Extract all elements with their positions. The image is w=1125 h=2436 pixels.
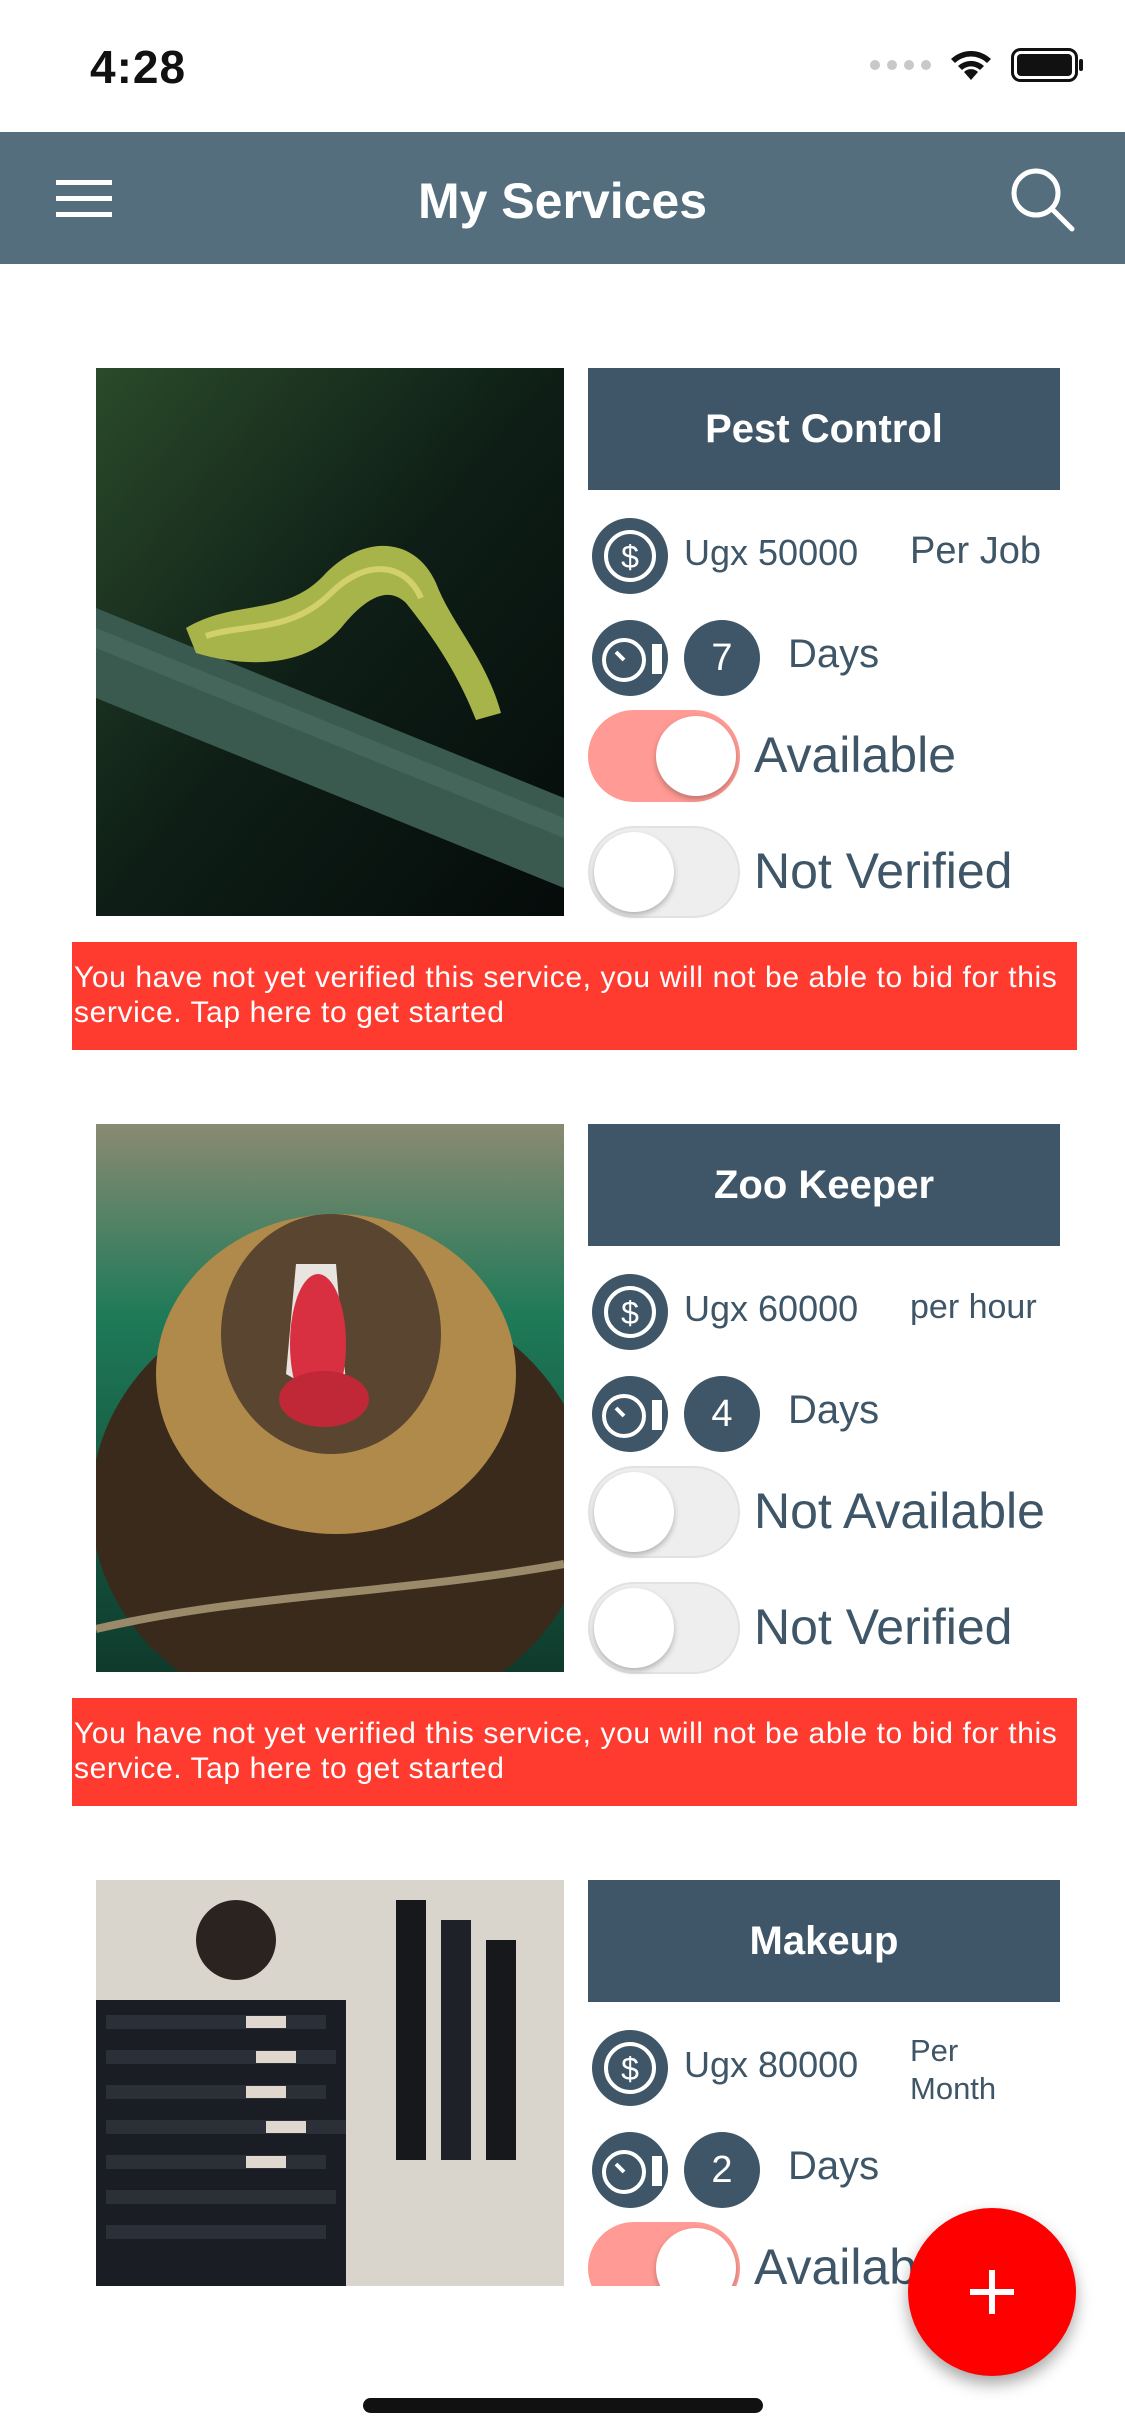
timer-icon: [592, 2132, 668, 2208]
duration-row: 7 Days: [592, 616, 1062, 700]
price-row: $ Ugx 80000 Per Month: [592, 2026, 1062, 2110]
verification-label: Not Verified: [754, 1599, 1013, 1655]
price-amount: Ugx 80000: [684, 2044, 859, 2085]
status-time: 4:28: [90, 41, 187, 93]
service-card[interactable]: Makeup $ Ugx 80000 Per Month 2 Days Avai…: [0, 1776, 1125, 2286]
service-title[interactable]: Makeup: [588, 1880, 1060, 2002]
availability-label: Not Available: [754, 1483, 1045, 1539]
price-row: $ Ugx 50000 Per Job: [592, 514, 1062, 598]
service-title[interactable]: Pest Control: [588, 368, 1060, 490]
cellular-signal-icon: [870, 60, 931, 70]
availability-row: Available: [586, 708, 1066, 804]
wifi-icon: [951, 51, 991, 80]
days-label: Days: [788, 1388, 880, 1432]
verification-toggle[interactable]: [588, 1582, 740, 1674]
service-photo-makeup: [96, 1880, 564, 2286]
price-unit: per hour: [910, 1288, 1037, 1326]
service-title[interactable]: Zoo Keeper: [588, 1124, 1060, 1246]
price-row: $ Ugx 60000 per hour: [592, 1270, 1062, 1354]
service-photo-caterpillar: [96, 368, 564, 916]
dollar-icon: $: [592, 518, 668, 594]
duration-row: 4 Days: [592, 1372, 1062, 1456]
days-label: Days: [788, 632, 880, 676]
availability-toggle[interactable]: [588, 1466, 740, 1558]
home-indicator: [363, 2398, 763, 2413]
verification-row: Not Verified: [586, 1580, 1066, 1676]
status-bar: 4:28: [0, 0, 1125, 132]
page-title: My Services: [417, 173, 708, 229]
svg-text:$: $: [621, 1295, 639, 1331]
days-count-badge: 4: [684, 1376, 760, 1452]
timer-icon: [592, 1376, 668, 1452]
availability-toggle[interactable]: [588, 2222, 740, 2286]
price-unit: Per Month: [910, 2033, 997, 2106]
service-list[interactable]: Pest Control $ Ugx 50000 Per Job 7 Days …: [0, 264, 1125, 2286]
days-count-badge: 2: [684, 2132, 760, 2208]
days-label: Days: [788, 2144, 880, 2188]
search-icon: [1011, 168, 1075, 232]
nav-bar: My Services: [0, 132, 1125, 264]
availability-label: Available: [754, 727, 957, 783]
availability-toggle[interactable]: [588, 710, 740, 802]
battery-icon: [1011, 48, 1083, 82]
svg-text:$: $: [621, 539, 639, 575]
availability-row: Not Available: [586, 1464, 1066, 1560]
price-amount: Ugx 50000: [684, 532, 859, 573]
service-card[interactable]: Zoo Keeper $ Ugx 60000 per hour 4 Days N…: [0, 1020, 1125, 1806]
verification-label: Not Verified: [754, 843, 1013, 899]
timer-icon: [592, 620, 668, 696]
search-button[interactable]: [1009, 166, 1075, 232]
dollar-icon: $: [592, 2030, 668, 2106]
duration-row: 2 Days: [592, 2128, 1062, 2212]
svg-text:$: $: [621, 2051, 639, 2087]
plus-icon: [970, 2270, 1014, 2314]
service-card[interactable]: Pest Control $ Ugx 50000 Per Job 7 Days …: [0, 264, 1125, 1050]
verification-row: Not Verified: [586, 824, 1066, 920]
days-count-badge: 7: [684, 620, 760, 696]
service-photo-mandrill: [96, 1124, 564, 1672]
status-icons: [870, 48, 1085, 82]
price-unit: Per Job: [910, 530, 1041, 572]
add-service-button[interactable]: [908, 2208, 1076, 2376]
verification-toggle[interactable]: [588, 826, 740, 918]
price-amount: Ugx 60000: [684, 1288, 859, 1329]
dollar-icon: $: [592, 1274, 668, 1350]
